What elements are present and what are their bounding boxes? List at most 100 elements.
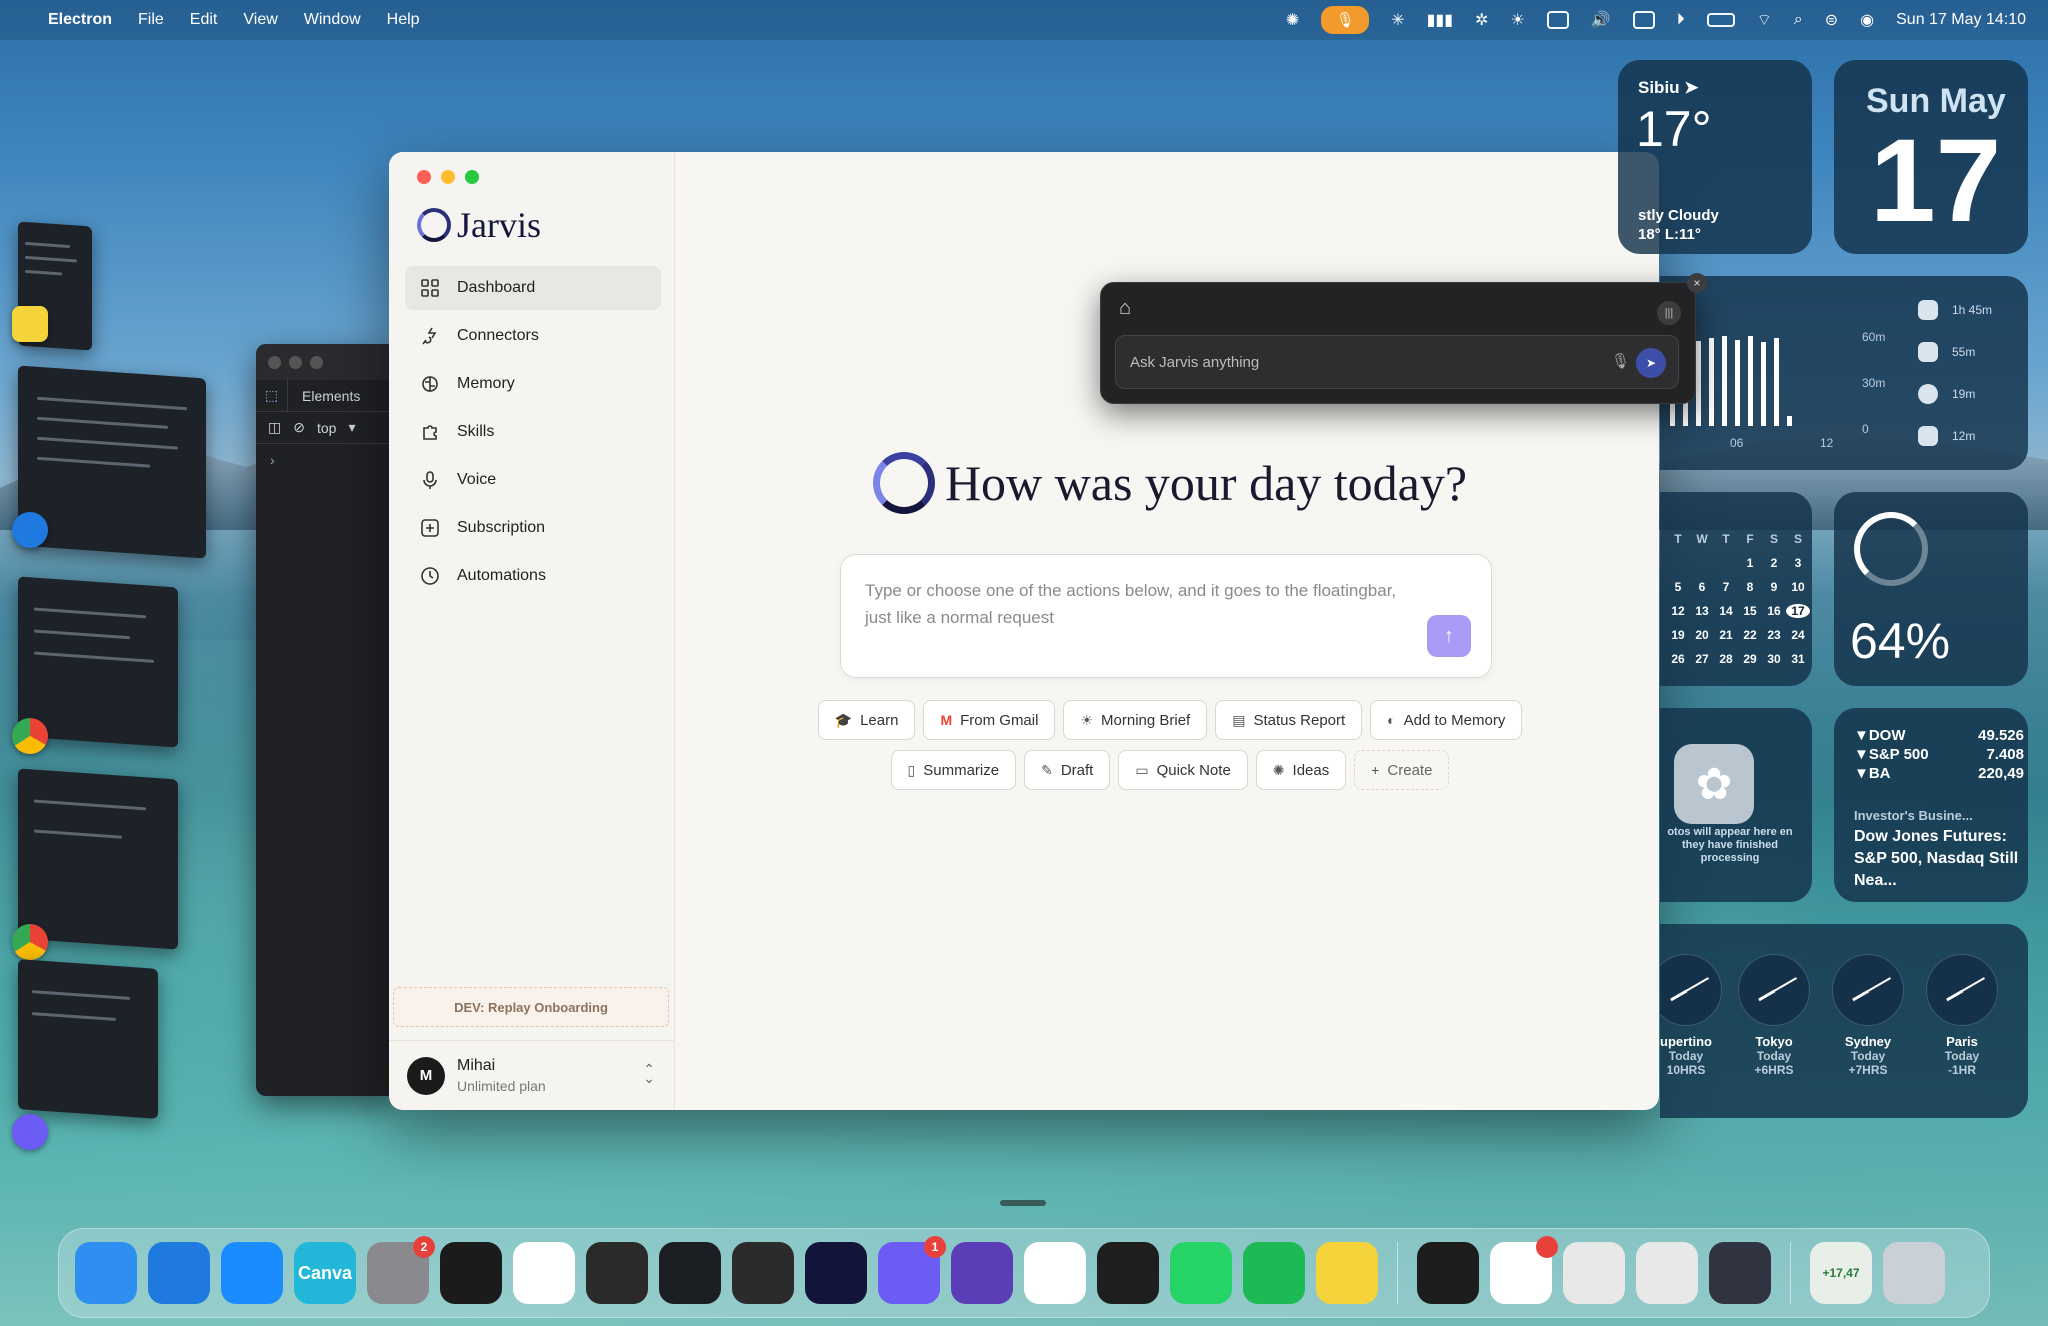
zoom-window-button[interactable]: [465, 170, 479, 184]
sunrise-status-icon[interactable]: ☀: [1510, 10, 1524, 30]
sidebar-item-voice[interactable]: Voice: [405, 458, 661, 502]
world-clock-widget[interactable]: upertino Today 10HRS Tokyo Today +6HRS Sydne…: [1660, 924, 2028, 1118]
ask-jarvis-input[interactable]: Ask Jarvis anything 🎙 ➤: [1115, 335, 1679, 389]
weather-widget[interactable]: Sibiu ➤ 17° stly Cloudy 18° L:11°: [1618, 60, 1812, 254]
menu-app-name[interactable]: Electron: [48, 11, 112, 29]
dock-obsidian-icon[interactable]: [951, 1242, 1013, 1304]
dev-replay-onboarding-button[interactable]: DEV: Replay Onboarding: [393, 987, 669, 1027]
play-icon[interactable]: ⏵: [1677, 11, 1685, 29]
send-button[interactable]: ↑: [1427, 615, 1471, 657]
stage-manager-icon[interactable]: [1632, 11, 1655, 29]
dock-chrome-icon[interactable]: [1563, 1242, 1625, 1304]
dock-github-icon[interactable]: [659, 1242, 721, 1304]
siri-icon[interactable]: ◉: [1860, 10, 1874, 30]
dock-trash-icon[interactable]: [1883, 1242, 1945, 1304]
action-summarize-button[interactable]: ▯ Summarize: [890, 750, 1017, 790]
screen-time-widget[interactable]: n 60m 30m 0 06 12 1h 45m 55m 19m 12m: [1660, 276, 2028, 470]
user-menu[interactable]: M Mihai Unlimited plan ⌃ ⌄: [389, 1040, 675, 1110]
sidebar-item-connectors[interactable]: Connectors: [405, 314, 661, 358]
stocks-widget[interactable]: ▼DOW 49.526 ▼S&P 500 7.408 ▼BA 220,49 Inves…: [1834, 708, 2028, 902]
mic-icon[interactable]: 🎙: [1611, 352, 1630, 370]
action-add-to-memory-button[interactable]: ◐ Add to Memory: [1370, 700, 1523, 740]
sidebar-item-dashboard[interactable]: Dashboard: [405, 266, 661, 310]
send-icon[interactable]: ➤: [1636, 348, 1666, 378]
stage-thumb-4[interactable]: [18, 768, 178, 950]
audio-levels-icon[interactable]: ▮▮▮: [1427, 10, 1453, 30]
action-ideas-button[interactable]: ✺ Ideas: [1255, 750, 1347, 790]
dock-terminal-icon[interactable]: [1417, 1242, 1479, 1304]
notes-app-icon[interactable]: [12, 306, 48, 342]
prompt-input[interactable]: Type or choose one of the actions below,…: [840, 554, 1492, 678]
volume-icon[interactable]: 🔊: [1591, 10, 1611, 30]
date-widget[interactable]: Sun May 17: [1834, 60, 2028, 254]
chrome-app-icon-2[interactable]: [12, 924, 48, 960]
dock-linear-icon[interactable]: [732, 1242, 794, 1304]
menu-window[interactable]: Window: [304, 11, 361, 29]
openai-status-icon[interactable]: ✺: [1286, 10, 1299, 30]
dock-slack-icon[interactable]: [1490, 1236, 1558, 1304]
sidebar-item-automations[interactable]: Automations: [405, 554, 661, 598]
menu-file[interactable]: File: [138, 11, 164, 29]
expand-node-icon[interactable]: ›: [256, 444, 396, 476]
photos-widget[interactable]: ✿ otos will appear here en they have fin…: [1660, 708, 1812, 902]
dock-whatsapp-icon[interactable]: [1170, 1242, 1232, 1304]
battery-icon[interactable]: [1706, 13, 1735, 27]
search-icon[interactable]: ⌕: [1794, 11, 1803, 29]
inspect-element-icon[interactable]: ⬚: [256, 380, 288, 411]
sidebar-item-memory[interactable]: Memory: [405, 362, 661, 406]
action-create-button[interactable]: + Create: [1354, 750, 1450, 790]
menu-help[interactable]: Help: [387, 11, 420, 29]
dock-numbers-icon[interactable]: +17,47: [1810, 1242, 1872, 1304]
dock-electron-icon[interactable]: [1709, 1242, 1771, 1304]
dock-system-settings-icon[interactable]: 2: [367, 1236, 435, 1304]
dock-notes-icon[interactable]: [1316, 1242, 1378, 1304]
action-morning-brief-button[interactable]: ☀ Morning Brief: [1063, 700, 1208, 740]
dock-side-icon[interactable]: ◫: [268, 419, 281, 436]
display-icon[interactable]: [1546, 11, 1569, 29]
dock-audio-icon[interactable]: [586, 1242, 648, 1304]
sidebar-item-subscription[interactable]: Subscription: [405, 506, 661, 550]
minimize-window-button[interactable]: [441, 170, 455, 184]
wifi-icon[interactable]: ⌔: [1757, 10, 1772, 30]
dock-chatgpt-icon[interactable]: [440, 1242, 502, 1304]
dock-finder-icon[interactable]: [75, 1242, 137, 1304]
waveform-icon[interactable]: |||: [1657, 301, 1681, 325]
dock-notion-icon[interactable]: [513, 1242, 575, 1304]
news-headline[interactable]: Dow Jones Futures: S&P 500, Nasdaq Still…: [1854, 826, 2024, 892]
context-select[interactable]: top: [317, 420, 336, 436]
dock-spotify-icon[interactable]: [1243, 1242, 1305, 1304]
dock-messenger-icon[interactable]: 1: [878, 1236, 946, 1304]
battery-widget[interactable]: 64%: [1834, 492, 2028, 686]
close-icon[interactable]: ×: [1687, 273, 1707, 293]
dock-safari-icon[interactable]: [148, 1242, 210, 1304]
stage-thumb-5[interactable]: [18, 959, 158, 1119]
dock-handle[interactable]: [1000, 1200, 1046, 1206]
home-icon[interactable]: ⌂: [1119, 297, 1141, 319]
dock-chrome-canary-icon[interactable]: [1636, 1242, 1698, 1304]
close-window-button[interactable]: [417, 170, 431, 184]
sidebar-item-skills[interactable]: Skills: [405, 410, 661, 454]
action-draft-button[interactable]: ✎ Draft: [1024, 750, 1111, 790]
sparkle-status-icon[interactable]: ✲: [1475, 10, 1488, 30]
claude-status-icon[interactable]: ✳: [1391, 10, 1404, 30]
dock-framer-icon[interactable]: [221, 1242, 283, 1304]
action-from-gmail-button[interactable]: M From Gmail: [923, 700, 1056, 740]
dock-canva-icon[interactable]: Canva: [294, 1242, 356, 1304]
messenger-app-icon[interactable]: [12, 1114, 48, 1150]
safari-app-icon[interactable]: [12, 512, 48, 548]
action-learn-button[interactable]: 🎓 Learn: [817, 700, 916, 740]
action-status-report-button[interactable]: ▤ Status Report: [1215, 700, 1363, 740]
menu-clock[interactable]: Sun 17 May 14:10: [1896, 11, 2026, 29]
action-quick-note-button[interactable]: ▭ Quick Note: [1118, 750, 1248, 790]
calendar-widget[interactable]: T W T F S S 1 2 3 5 6 7 8 9 10 12 13 14 15 16 17 19 20 21 22 23 24…: [1660, 492, 1812, 686]
control-center-icon[interactable]: ⊜: [1825, 10, 1838, 30]
dock-claude-icon[interactable]: [1024, 1242, 1086, 1304]
menu-edit[interactable]: Edit: [190, 11, 218, 29]
dock-jarvis-icon[interactable]: [805, 1242, 867, 1304]
devtools-tab-elements[interactable]: Elements: [288, 388, 360, 404]
dock-figma-icon[interactable]: [1097, 1242, 1159, 1304]
clear-icon[interactable]: ⊘: [293, 419, 305, 436]
chrome-app-icon[interactable]: [12, 718, 48, 754]
menu-view[interactable]: View: [243, 11, 277, 29]
mic-status-icon[interactable]: 🎙: [1321, 6, 1370, 34]
